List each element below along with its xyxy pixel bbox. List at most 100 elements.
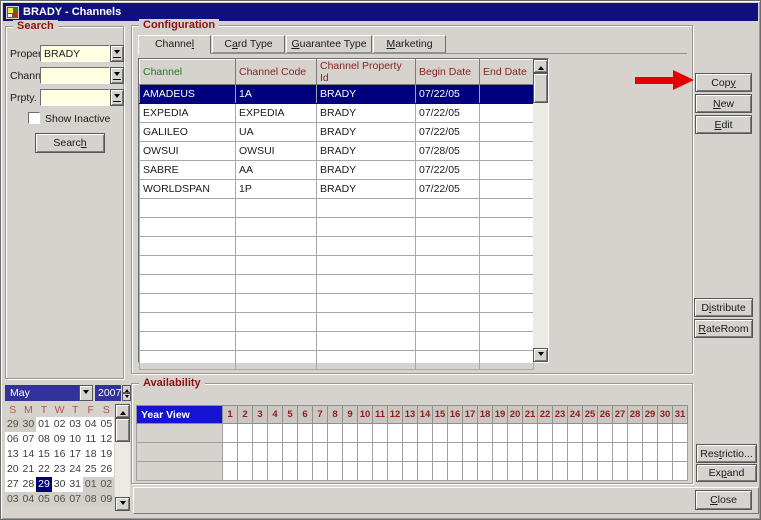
table-row[interactable]: EXPEDIAEXPEDIABRADY07/22/05 bbox=[140, 104, 534, 123]
calendar-day[interactable]: 25 bbox=[83, 462, 99, 477]
close-button[interactable]: Close bbox=[695, 490, 752, 510]
tab-guarantee-type[interactable]: Guarantee Type bbox=[286, 35, 372, 53]
table-scroll-down-button[interactable] bbox=[533, 348, 548, 362]
month-select[interactable]: May bbox=[5, 385, 79, 401]
calendar-day[interactable]: 14 bbox=[21, 447, 37, 462]
column-header[interactable]: Channel Code bbox=[236, 60, 317, 85]
table-scrollbar-thumb[interactable] bbox=[533, 73, 548, 103]
table-empty-row[interactable] bbox=[140, 275, 534, 294]
calendar-day[interactable]: 22 bbox=[36, 462, 52, 477]
column-header[interactable]: Channel Property Id bbox=[317, 60, 416, 85]
calendar-day[interactable]: 01 bbox=[36, 417, 52, 432]
calendar-scrollbar[interactable] bbox=[115, 404, 130, 511]
calendar-day[interactable]: 29 bbox=[5, 417, 21, 432]
calendar-day[interactable]: 15 bbox=[36, 447, 52, 462]
calendar-day[interactable]: 08 bbox=[83, 492, 99, 507]
table-empty-row[interactable] bbox=[140, 313, 534, 332]
search-button[interactable]: Search bbox=[35, 133, 105, 153]
property-input[interactable] bbox=[40, 45, 110, 62]
calendar-day[interactable]: 26 bbox=[99, 462, 115, 477]
column-header[interactable]: End Date bbox=[480, 60, 534, 85]
channel-input[interactable] bbox=[40, 67, 110, 84]
calendar-day[interactable]: 05 bbox=[36, 492, 52, 507]
column-header[interactable]: Channel bbox=[140, 60, 236, 85]
availability-day-header: 5 bbox=[283, 406, 298, 424]
calendar-day[interactable]: 07 bbox=[67, 492, 83, 507]
property-lov-button[interactable] bbox=[110, 45, 124, 62]
distribute-button[interactable]: Distribute bbox=[694, 298, 753, 317]
calendar-day[interactable]: 08 bbox=[36, 432, 52, 447]
table-empty-row[interactable] bbox=[140, 218, 534, 237]
calendar-day[interactable]: 23 bbox=[52, 462, 68, 477]
expand-button[interactable]: Expand bbox=[696, 464, 757, 482]
calendar-day[interactable]: 12 bbox=[99, 432, 115, 447]
calendar-scroll-up-button[interactable] bbox=[115, 404, 130, 418]
table-row[interactable]: WORLDSPAN1PBRADY07/22/05 bbox=[140, 180, 534, 199]
rateroom-button[interactable]: RateRoom bbox=[694, 319, 753, 338]
table-scrollbar[interactable] bbox=[533, 59, 548, 362]
year-spin-down-button[interactable] bbox=[122, 393, 131, 401]
calendar-day[interactable]: 01 bbox=[83, 477, 99, 492]
calendar-scrollbar-thumb[interactable] bbox=[115, 418, 130, 442]
calendar-day[interactable]: 21 bbox=[21, 462, 37, 477]
tab-card-type[interactable]: Card Type bbox=[212, 35, 285, 53]
calendar-day[interactable]: 04 bbox=[21, 492, 37, 507]
channel-lov-button[interactable] bbox=[110, 67, 124, 84]
calendar-day[interactable]: 06 bbox=[52, 492, 68, 507]
calendar-day[interactable]: 06 bbox=[5, 432, 21, 447]
calendar-day[interactable]: 03 bbox=[67, 417, 83, 432]
year-field[interactable]: 2007 bbox=[95, 385, 121, 401]
calendar-day[interactable]: 09 bbox=[99, 492, 115, 507]
table-empty-row[interactable] bbox=[140, 351, 534, 370]
table-row[interactable]: OWSUIOWSUIBRADY07/28/05 bbox=[140, 142, 534, 161]
table-row[interactable]: AMADEUS1ABRADY07/22/05 bbox=[140, 85, 534, 104]
tab-marketing[interactable]: Marketing bbox=[373, 35, 446, 53]
tab-channel[interactable]: Channel bbox=[138, 35, 211, 54]
calendar-day[interactable]: 30 bbox=[21, 417, 37, 432]
calendar-day-selected[interactable]: 29 bbox=[36, 477, 52, 492]
table-row[interactable]: GALILEOUABRADY07/22/05 bbox=[140, 123, 534, 142]
configuration-group: Configuration Channel Card Type Guarante… bbox=[131, 25, 693, 374]
month-dropdown-button[interactable] bbox=[79, 385, 93, 401]
calendar-day[interactable]: 27 bbox=[5, 477, 21, 492]
calendar-day[interactable]: 31 bbox=[67, 477, 83, 492]
edit-button[interactable]: Edit bbox=[695, 115, 752, 134]
calendar-day[interactable]: 05 bbox=[99, 417, 115, 432]
calendar-day[interactable]: 03 bbox=[5, 492, 21, 507]
restrictions-button[interactable]: Restrictio... bbox=[696, 444, 757, 463]
calendar-day[interactable]: 20 bbox=[5, 462, 21, 477]
calendar-day[interactable]: 10 bbox=[67, 432, 83, 447]
calendar-day[interactable]: 02 bbox=[99, 477, 115, 492]
calendar-day[interactable]: 02 bbox=[52, 417, 68, 432]
calendar-day[interactable]: 30 bbox=[52, 477, 68, 492]
calendar-day[interactable]: 11 bbox=[83, 432, 99, 447]
calendar-day[interactable]: 28 bbox=[21, 477, 37, 492]
titlebar[interactable]: BRADY - Channels bbox=[3, 3, 758, 21]
year-spin-up-button[interactable] bbox=[122, 385, 131, 393]
table-empty-row[interactable] bbox=[140, 237, 534, 256]
prptyid-input[interactable] bbox=[40, 89, 110, 106]
new-button[interactable]: New bbox=[695, 94, 752, 113]
calendar-scroll-down-button[interactable] bbox=[115, 497, 130, 511]
up-arrow-icon bbox=[538, 63, 544, 70]
copy-button[interactable]: Copy bbox=[695, 73, 752, 92]
year-view-header[interactable]: Year View bbox=[137, 406, 223, 424]
calendar-day[interactable]: 16 bbox=[52, 447, 68, 462]
calendar-day[interactable]: 09 bbox=[52, 432, 68, 447]
calendar-day[interactable]: 17 bbox=[67, 447, 83, 462]
table-scroll-up-button[interactable] bbox=[533, 59, 548, 73]
table-empty-row[interactable] bbox=[140, 332, 534, 351]
table-empty-row[interactable] bbox=[140, 294, 534, 313]
table-empty-row[interactable] bbox=[140, 199, 534, 218]
show-inactive-checkbox[interactable] bbox=[28, 112, 40, 124]
calendar-day[interactable]: 13 bbox=[5, 447, 21, 462]
table-empty-row[interactable] bbox=[140, 256, 534, 275]
calendar-day[interactable]: 04 bbox=[83, 417, 99, 432]
calendar-day[interactable]: 24 bbox=[67, 462, 83, 477]
table-row[interactable]: SABREAABRADY07/22/05 bbox=[140, 161, 534, 180]
prptyid-lov-button[interactable] bbox=[110, 89, 124, 106]
calendar-day[interactable]: 19 bbox=[99, 447, 115, 462]
calendar-day[interactable]: 18 bbox=[83, 447, 99, 462]
calendar-day[interactable]: 07 bbox=[21, 432, 37, 447]
column-header[interactable]: Begin Date bbox=[416, 60, 480, 85]
